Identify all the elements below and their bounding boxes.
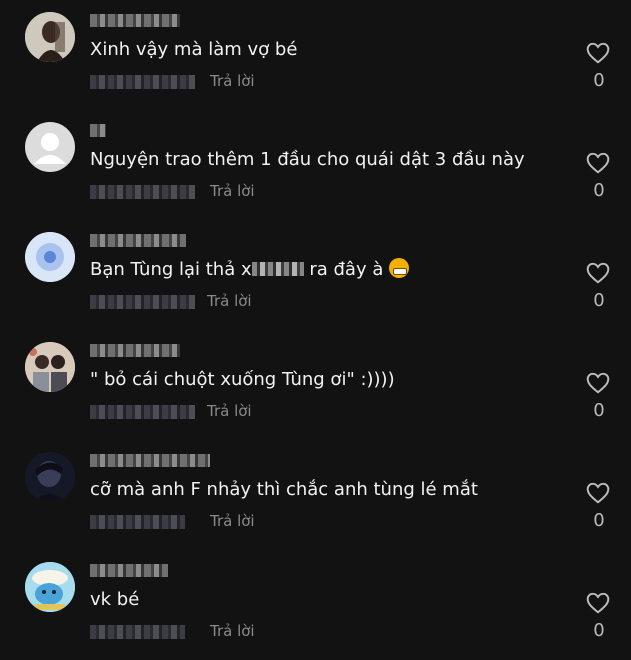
comment-date-blurred (90, 295, 195, 309)
avatar-photo-icon (25, 12, 75, 62)
blue-circle-avatar-icon (25, 232, 75, 282)
like-count: 0 (593, 400, 605, 421)
like-count: 0 (593, 180, 605, 201)
cartoon-avatar-icon (25, 562, 75, 612)
username-blurred[interactable] (90, 234, 186, 247)
username-blurred[interactable] (90, 454, 210, 467)
like-count: 0 (593, 620, 605, 641)
avatar[interactable] (25, 232, 75, 282)
heart-icon[interactable] (585, 150, 611, 176)
comment-item: vk bé Trả lời 0 (0, 550, 631, 660)
comment-text: cỡ mà anh F nhảy thì chắc anh tùng lé mắ… (90, 479, 478, 500)
avatar[interactable] (25, 122, 75, 172)
default-avatar-icon (34, 133, 66, 164)
comment-date-blurred (90, 405, 195, 419)
reply-button[interactable]: Trả lời (210, 72, 255, 90)
reply-button[interactable]: Trả lời (210, 512, 255, 530)
comment-text: Xinh vậy mà làm vợ bé (90, 39, 298, 60)
avatar[interactable] (25, 562, 75, 612)
comment-text-part: Bạn Tùng lại thả x (90, 259, 252, 280)
heart-icon[interactable] (585, 590, 611, 616)
heart-icon[interactable] (585, 260, 611, 286)
avatar[interactable] (25, 452, 75, 502)
comment-date-blurred (90, 75, 195, 89)
comment-item: cỡ mà anh F nhảy thì chắc anh tùng lé mắ… (0, 440, 631, 550)
like-count: 0 (593, 290, 605, 311)
comment-text: " bỏ cái chuột xuống Tùng ơi" :)))) (90, 369, 395, 390)
reply-button[interactable]: Trả lời (207, 402, 252, 420)
username-blurred[interactable] (90, 14, 180, 27)
heart-icon[interactable] (585, 480, 611, 506)
comment-text: Bạn Tùng lại thả x ra đây à (90, 258, 410, 282)
comment-date-blurred (90, 515, 185, 529)
comment-item: Nguyện trao thêm 1 đầu cho quái dật 3 đầ… (0, 110, 631, 220)
heart-icon[interactable] (585, 370, 611, 396)
comment-date-blurred (90, 185, 195, 199)
comment-date-blurred (90, 625, 185, 639)
comment-item: " bỏ cái chuột xuống Tùng ơi" :)))) Trả … (0, 330, 631, 440)
like-count: 0 (593, 510, 605, 531)
comment-item: Xinh vậy mà làm vợ bé Trả lời 0 (0, 0, 631, 110)
reply-button[interactable]: Trả lời (210, 182, 255, 200)
username-blurred[interactable] (90, 344, 180, 357)
avatar-photo-icon (25, 452, 75, 502)
reply-button[interactable]: Trả lời (207, 292, 252, 310)
avatar[interactable] (25, 12, 75, 62)
avatar[interactable] (25, 342, 75, 392)
grinning-emoji-icon (389, 258, 410, 278)
comment-text-part: ra đây à (303, 259, 384, 280)
comment-text: vk bé (90, 589, 140, 610)
username-blurred[interactable] (90, 124, 106, 137)
avatar-photo-icon (25, 342, 75, 392)
comment-text: Nguyện trao thêm 1 đầu cho quái dật 3 đầ… (90, 149, 525, 170)
username-blurred[interactable] (90, 564, 168, 577)
heart-icon[interactable] (585, 40, 611, 66)
reply-button[interactable]: Trả lời (210, 622, 255, 640)
blurred-word (251, 262, 304, 276)
like-count: 0 (593, 70, 605, 91)
comment-item: Bạn Tùng lại thả x ra đây à Trả lời 0 (0, 220, 631, 330)
